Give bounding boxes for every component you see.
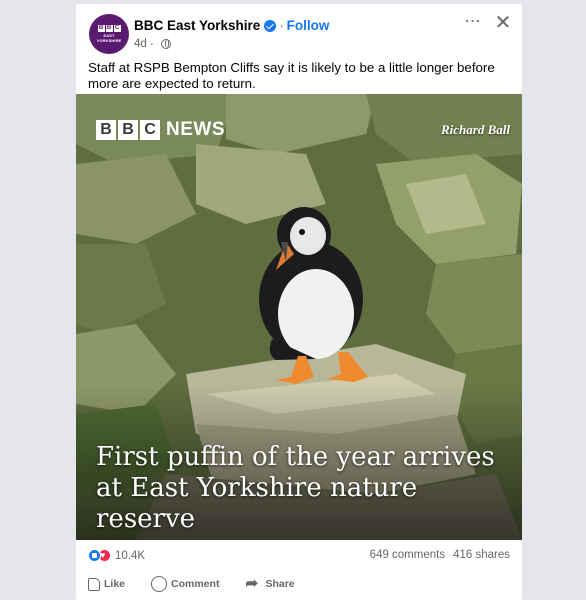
separator-dot: · [279, 18, 284, 33]
page-name[interactable]: BBC East Yorkshire [134, 18, 260, 33]
image-headline: First puffin of the year arrives at East… [96, 442, 495, 534]
reactions-count: 10.4K [115, 549, 146, 562]
post-image[interactable]: B B C NEWS Richard Ball First puffin of … [76, 94, 522, 540]
comment-button[interactable]: Comment [147, 572, 223, 596]
like-reaction-icon [88, 549, 101, 562]
share-button[interactable]: Share [241, 572, 298, 596]
like-label: Like [104, 578, 126, 590]
action-bar: Like Comment Share [76, 570, 522, 598]
news-wordmark: NEWS [166, 119, 225, 140]
photo-credit: Richard Ball [441, 122, 510, 137]
post-caption: Staff at RSPB Bempton Cliffs say it is l… [88, 60, 495, 91]
post-age[interactable]: 4d [134, 38, 147, 50]
shares-count[interactable]: 416 shares [453, 549, 510, 561]
post-card: B B C EAST YORKSHIRE BBC East Yorkshire … [76, 4, 522, 600]
comment-bubble-icon [151, 576, 168, 592]
comment-label: Comment [171, 578, 220, 590]
globe-icon [161, 38, 172, 49]
verified-badge-icon [264, 19, 277, 32]
post-header: B B C EAST YORKSHIRE BBC East Yorkshire … [76, 4, 522, 58]
thumbs-up-icon [88, 577, 100, 591]
close-icon[interactable]: ✕ [492, 12, 514, 34]
more-options-icon[interactable]: ⋯ [462, 14, 484, 34]
name-row: BBC East Yorkshire · Follow [134, 18, 329, 33]
bbc-news-logo: B B C NEWS [96, 120, 225, 140]
avatar-logo: B B C [97, 25, 121, 32]
follow-button[interactable]: Follow [287, 18, 330, 33]
share-label: Share [265, 578, 295, 590]
share-arrow-icon [245, 574, 261, 592]
post-meta: 4d · [134, 36, 172, 51]
like-button[interactable]: Like [84, 574, 129, 595]
comments-count[interactable]: 649 comments [370, 549, 445, 561]
reactions-summary[interactable]: 10.4K [88, 549, 145, 562]
engagement-stats: 10.4K 649 comments 416 shares [76, 545, 522, 567]
separator-dot: · [149, 36, 155, 51]
avatar-line2: YORKSHIRE [96, 38, 122, 43]
comment-share-counts: 649 comments 416 shares [370, 549, 510, 561]
page-avatar[interactable]: B B C EAST YORKSHIRE [89, 14, 129, 54]
